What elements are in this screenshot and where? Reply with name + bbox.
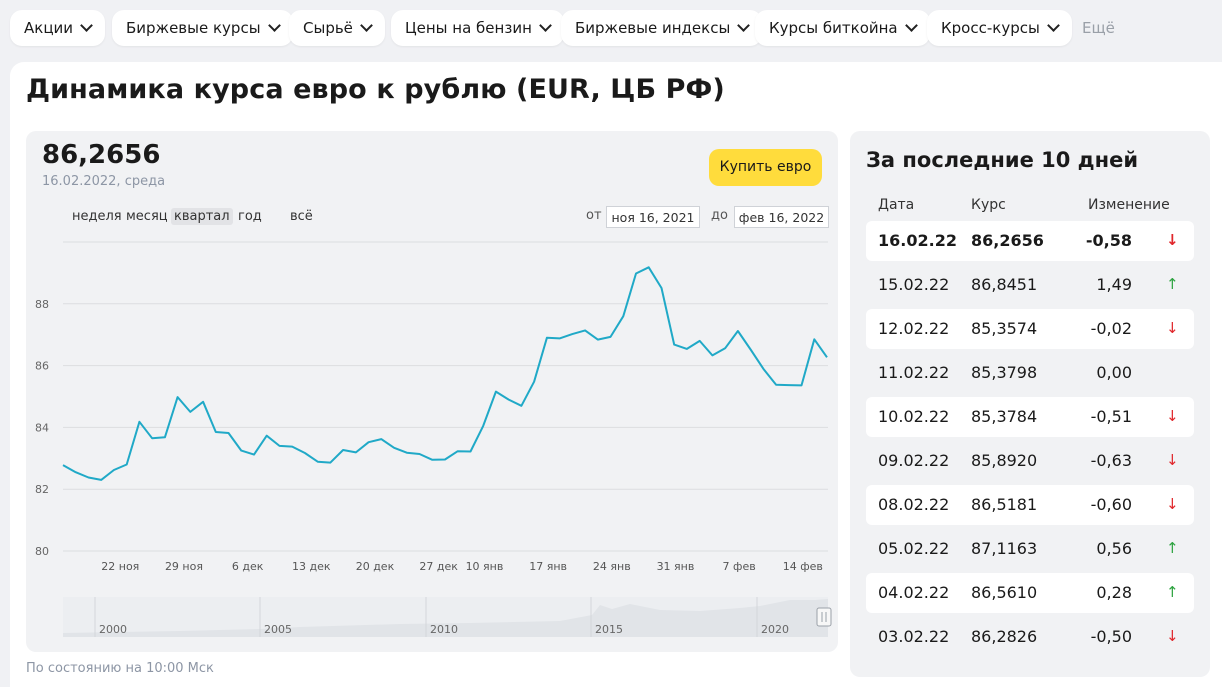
x-tick-label: 14 фев bbox=[783, 560, 823, 573]
arrow-down-icon: ↓ bbox=[1166, 627, 1179, 645]
x-tick-label: 7 фев bbox=[723, 560, 756, 573]
row-change: -0,60 bbox=[1090, 495, 1132, 514]
table-row: 08.02.22 86,5181 -0,60 ↓ bbox=[866, 485, 1194, 525]
row-date: 05.02.22 bbox=[878, 539, 950, 558]
y-tick-label: 82 bbox=[35, 483, 49, 496]
row-date: 10.02.22 bbox=[878, 407, 950, 426]
row-change: -0,51 bbox=[1090, 407, 1132, 426]
row-change: -0,58 bbox=[1085, 231, 1132, 250]
arrow-down-icon: ↓ bbox=[1166, 231, 1179, 249]
arrow-down-icon: ↓ bbox=[1166, 451, 1179, 469]
y-tick-label: 80 bbox=[35, 545, 49, 558]
x-tick-label: 29 ноя bbox=[165, 560, 203, 573]
row-rate: 85,8920 bbox=[971, 451, 1038, 470]
navigator-year-label: 2000 bbox=[99, 623, 127, 636]
row-rate: 86,2826 bbox=[971, 627, 1038, 646]
x-tick-label: 22 ноя bbox=[101, 560, 139, 573]
x-tick-label: 13 дек bbox=[292, 560, 331, 573]
table-row: 09.02.22 85,8920 -0,63 ↓ bbox=[866, 441, 1194, 481]
row-date: 08.02.22 bbox=[878, 495, 950, 514]
row-change: 0,00 bbox=[1096, 363, 1132, 382]
row-rate: 85,3784 bbox=[971, 407, 1038, 426]
table-row: 10.02.22 85,3784 -0,51 ↓ bbox=[866, 397, 1194, 437]
row-date: 16.02.22 bbox=[878, 231, 957, 250]
arrow-down-icon: ↓ bbox=[1166, 319, 1179, 337]
table-row: 04.02.22 86,5610 0,28 ↑ bbox=[866, 573, 1194, 613]
table-row: 12.02.22 85,3574 -0,02 ↓ bbox=[866, 309, 1194, 349]
x-tick-label: 10 янв bbox=[466, 560, 504, 573]
table-row: 03.02.22 86,2826 -0,50 ↓ bbox=[866, 617, 1194, 657]
x-tick-label: 31 янв bbox=[657, 560, 695, 573]
x-tick-label: 27 дек bbox=[419, 560, 458, 573]
row-change: 1,49 bbox=[1096, 275, 1132, 294]
navigator-year-label: 2005 bbox=[264, 623, 292, 636]
col-header-rate: Курс bbox=[971, 197, 1006, 213]
row-rate: 86,5181 bbox=[971, 495, 1038, 514]
arrow-down-icon: ↓ bbox=[1166, 407, 1179, 425]
navigator-year-label: 2020 bbox=[761, 623, 789, 636]
table-title: За последние 10 дней bbox=[866, 148, 1139, 172]
table-row: 11.02.22 85,3798 0,00 bbox=[866, 353, 1194, 393]
arrow-up-icon: ↑ bbox=[1166, 275, 1179, 293]
x-tick-label: 6 дек bbox=[232, 560, 264, 573]
row-rate: 86,2656 bbox=[971, 231, 1044, 250]
arrow-up-icon: ↑ bbox=[1166, 539, 1179, 557]
x-tick-label: 17 янв bbox=[529, 560, 567, 573]
col-header-change: Изменение bbox=[1088, 197, 1170, 213]
navigator-handle[interactable] bbox=[816, 607, 832, 627]
x-tick-label: 20 дек bbox=[356, 560, 395, 573]
navigator-year-label: 2015 bbox=[595, 623, 623, 636]
x-tick-label: 24 янв bbox=[593, 560, 631, 573]
table-row: 05.02.22 87,1163 0,56 ↑ bbox=[866, 529, 1194, 569]
row-date: 12.02.22 bbox=[878, 319, 950, 338]
col-header-date: Дата bbox=[878, 197, 915, 213]
row-rate: 87,1163 bbox=[971, 539, 1038, 558]
row-change: -0,50 bbox=[1090, 627, 1132, 646]
arrow-up-icon: ↑ bbox=[1166, 583, 1179, 601]
row-date: 09.02.22 bbox=[878, 451, 950, 470]
series-line bbox=[62, 266, 828, 481]
row-date: 03.02.22 bbox=[878, 627, 950, 646]
table-row: 16.02.22 86,2656 -0,58 ↓ bbox=[866, 221, 1194, 261]
arrow-down-icon: ↓ bbox=[1166, 495, 1179, 513]
row-rate: 86,5610 bbox=[971, 583, 1038, 602]
data-timestamp-note: По состоянию на 10:00 Мск bbox=[26, 661, 214, 676]
row-rate: 85,3798 bbox=[971, 363, 1038, 382]
row-change: 0,28 bbox=[1096, 583, 1132, 602]
table-row: 15.02.22 86,8451 1,49 ↑ bbox=[866, 265, 1194, 305]
row-date: 11.02.22 bbox=[878, 363, 950, 382]
row-change: 0,56 bbox=[1096, 539, 1132, 558]
y-tick-label: 88 bbox=[35, 298, 49, 311]
row-date: 04.02.22 bbox=[878, 583, 950, 602]
row-date: 15.02.22 bbox=[878, 275, 950, 294]
y-tick-label: 84 bbox=[35, 421, 49, 434]
navigator-year-label: 2010 bbox=[430, 623, 458, 636]
y-tick-label: 86 bbox=[35, 360, 49, 373]
row-change: -0,63 bbox=[1090, 451, 1132, 470]
row-rate: 85,3574 bbox=[971, 319, 1038, 338]
row-change: -0,02 bbox=[1090, 319, 1132, 338]
row-rate: 86,8451 bbox=[971, 275, 1038, 294]
